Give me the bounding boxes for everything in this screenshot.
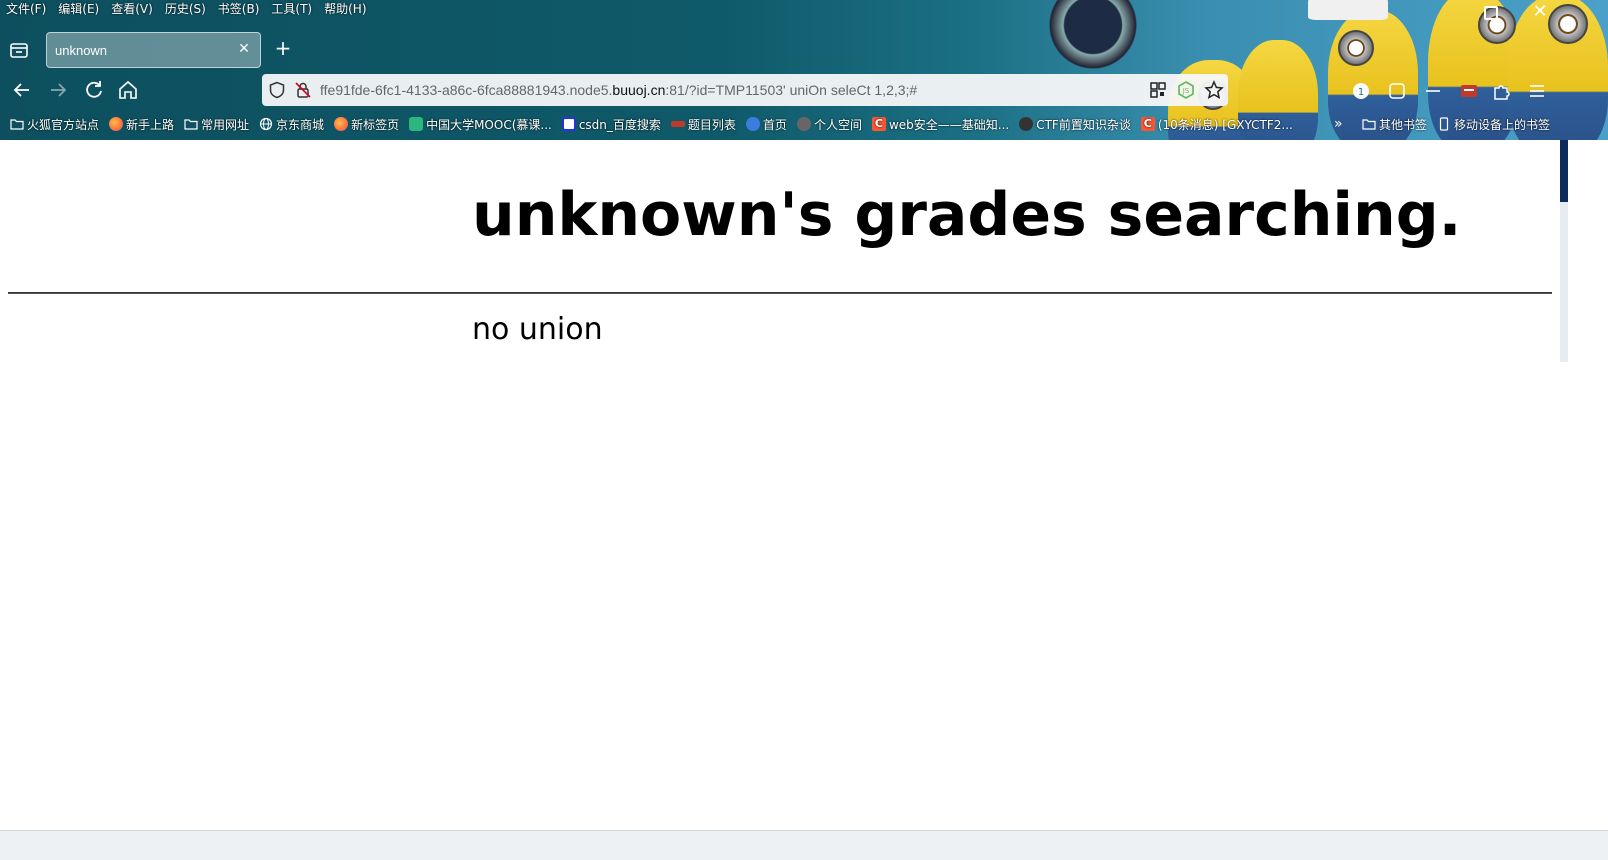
play-icon	[1019, 117, 1034, 131]
bookmark-label: 中国大学MOOC(慕课...	[426, 117, 552, 132]
bookmark-item[interactable]: 题目列表	[670, 116, 736, 133]
url-text[interactable]: ffe91fde-6fc1-4133-a86c-6fca88881943.nod…	[320, 82, 917, 98]
qr-code-icon[interactable]	[1148, 80, 1168, 100]
csdn-icon: C	[1140, 117, 1155, 131]
window-close-icon[interactable]: ✕	[1530, 2, 1550, 22]
bookmark-item[interactable]: C (10条消息) [GXYCTF2...	[1140, 116, 1293, 133]
menu-help[interactable]: 帮助(H)	[324, 0, 366, 18]
url-bar[interactable]: ffe91fde-6fc1-4133-a86c-6fca88881943.nod…	[262, 74, 1228, 106]
extension-icon-3[interactable]	[1422, 80, 1444, 102]
mobile-device-icon	[1437, 117, 1451, 131]
mobile-bookmarks[interactable]: 移动设备上的书签	[1437, 116, 1550, 133]
bottom-bar	[0, 830, 1608, 860]
bookmark-star-icon[interactable]	[1204, 80, 1224, 100]
csdn-icon: C	[871, 117, 886, 131]
folder-icon	[10, 117, 24, 131]
svg-text:1: 1	[1358, 87, 1364, 98]
menu-tools[interactable]: 工具(T)	[271, 0, 312, 18]
bookmark-label: 火狐官方站点	[27, 117, 100, 132]
tab-active[interactable]: unknown ✕	[46, 32, 261, 68]
bookmark-label: (10条消息) [GXYCTF2...	[1157, 117, 1293, 132]
url-host: buuoj.cn	[612, 82, 666, 98]
hamburger-menu-icon[interactable]	[1526, 80, 1548, 102]
bookmark-item[interactable]: csdn_百度搜索	[561, 116, 661, 133]
bookmark-item[interactable]: 首页	[745, 116, 787, 133]
bookmark-label: 新手上路	[126, 117, 175, 132]
bookmark-label: 首页	[762, 117, 787, 132]
tab-bar: unknown ✕ +	[0, 30, 1608, 70]
bookmark-item[interactable]: 京东商城	[259, 116, 324, 133]
new-tab-icon[interactable]: +	[272, 38, 294, 60]
bookmark-label: csdn_百度搜索	[578, 117, 661, 132]
folder-icon	[1362, 117, 1376, 131]
menu-history[interactable]: 历史(S)	[165, 0, 206, 18]
home-icon[interactable]	[116, 78, 140, 102]
query-result-text: no union	[472, 312, 603, 347]
tab-title: unknown	[55, 43, 108, 58]
window-restore-icon[interactable]	[1484, 6, 1498, 20]
menu-file[interactable]: 文件(F)	[6, 0, 46, 18]
firefox-icon	[109, 117, 124, 131]
bookmarks-overflow-icon[interactable]: »	[1334, 112, 1343, 136]
bookmark-label: web安全——基础知...	[888, 117, 1010, 132]
avatar-icon	[796, 117, 811, 131]
forward-icon[interactable]	[46, 78, 70, 102]
menu-edit[interactable]: 编辑(E)	[58, 0, 99, 18]
bookmark-item[interactable]: 新标签页	[334, 116, 399, 133]
bookmark-item[interactable]: 新手上路	[109, 116, 174, 133]
url-suffix: :81/?id=TMP11503' uniOn seleCt 1,2,3;#	[665, 82, 918, 98]
globe-icon	[259, 117, 273, 131]
bookmark-item[interactable]: 中国大学MOOC(慕课...	[409, 116, 552, 133]
bookmarks-toolbar: 火狐官方站点 新手上路 常用网址 京东商城 新标签页 中国大学MOOC(慕课..…	[0, 112, 1608, 136]
bookmark-item[interactable]: 火狐官方站点	[10, 116, 99, 133]
bookmark-label: 京东商城	[276, 117, 325, 132]
tab-list-icon[interactable]	[8, 39, 30, 61]
page-content: unknown's grades searching. no union	[0, 140, 1560, 830]
ctf-icon	[670, 121, 685, 127]
mooc-icon	[409, 117, 424, 131]
side-panel-accent	[1560, 140, 1568, 202]
extension-red-icon[interactable]	[1458, 80, 1480, 102]
folder-icon	[184, 117, 198, 131]
other-bookmarks[interactable]: 其他书签	[1362, 116, 1427, 133]
tracking-shield-icon[interactable]	[268, 81, 286, 99]
mobile-bookmarks-label: 移动设备上的书签	[1454, 117, 1551, 132]
reload-icon[interactable]	[82, 78, 106, 102]
back-icon[interactable]	[10, 78, 34, 102]
side-panel-strip	[1560, 202, 1568, 362]
other-bookmarks-label: 其他书签	[1379, 117, 1428, 132]
insecure-lock-icon[interactable]	[294, 81, 312, 99]
extensions-puzzle-icon[interactable]	[1490, 80, 1512, 102]
extension-badge-icon[interactable]: 1	[1350, 80, 1372, 102]
extension-green-icon[interactable]: JS	[1176, 80, 1196, 100]
url-prefix: ffe91fde-6fc1-4133-a86c-6fca88881943.nod…	[320, 82, 613, 98]
bookmarks-right-group: 其他书签 移动设备上的书签	[1362, 112, 1560, 136]
svg-text:JS: JS	[1182, 87, 1190, 95]
bookmark-item[interactable]: 个人空间	[796, 116, 862, 133]
bookmark-item[interactable]: C web安全——基础知...	[871, 116, 1010, 133]
firefox-icon	[334, 117, 349, 131]
horizontal-rule	[8, 292, 1552, 294]
menu-bookmarks[interactable]: 书签(B)	[218, 0, 260, 18]
tab-close-icon[interactable]: ✕	[236, 41, 252, 57]
baidu-icon	[561, 117, 576, 131]
extension-icon-2[interactable]	[1386, 80, 1408, 102]
bookmark-label: 新标签页	[351, 117, 400, 132]
page-title: unknown's grades searching.	[472, 180, 1462, 250]
menu-view[interactable]: 查看(V)	[111, 0, 153, 18]
bookmark-label: CTF前置知识杂谈	[1036, 117, 1131, 132]
navigation-bar: ffe91fde-6fc1-4133-a86c-6fca88881943.nod…	[0, 72, 1608, 108]
menu-bar: 文件(F) 编辑(E) 查看(V) 历史(S) 书签(B) 工具(T) 帮助(H…	[0, 0, 379, 18]
bookmark-item[interactable]: 常用网址	[184, 116, 249, 133]
bookmark-label: 题目列表	[687, 117, 736, 132]
bookmark-label: 个人空间	[813, 117, 862, 132]
bookmark-label: 常用网址	[201, 117, 250, 132]
bookmark-item[interactable]: CTF前置知识杂谈	[1019, 116, 1131, 133]
browser-chrome: 文件(F) 编辑(E) 查看(V) 历史(S) 书签(B) 工具(T) 帮助(H…	[0, 0, 1608, 140]
home-blue-icon	[745, 117, 760, 131]
